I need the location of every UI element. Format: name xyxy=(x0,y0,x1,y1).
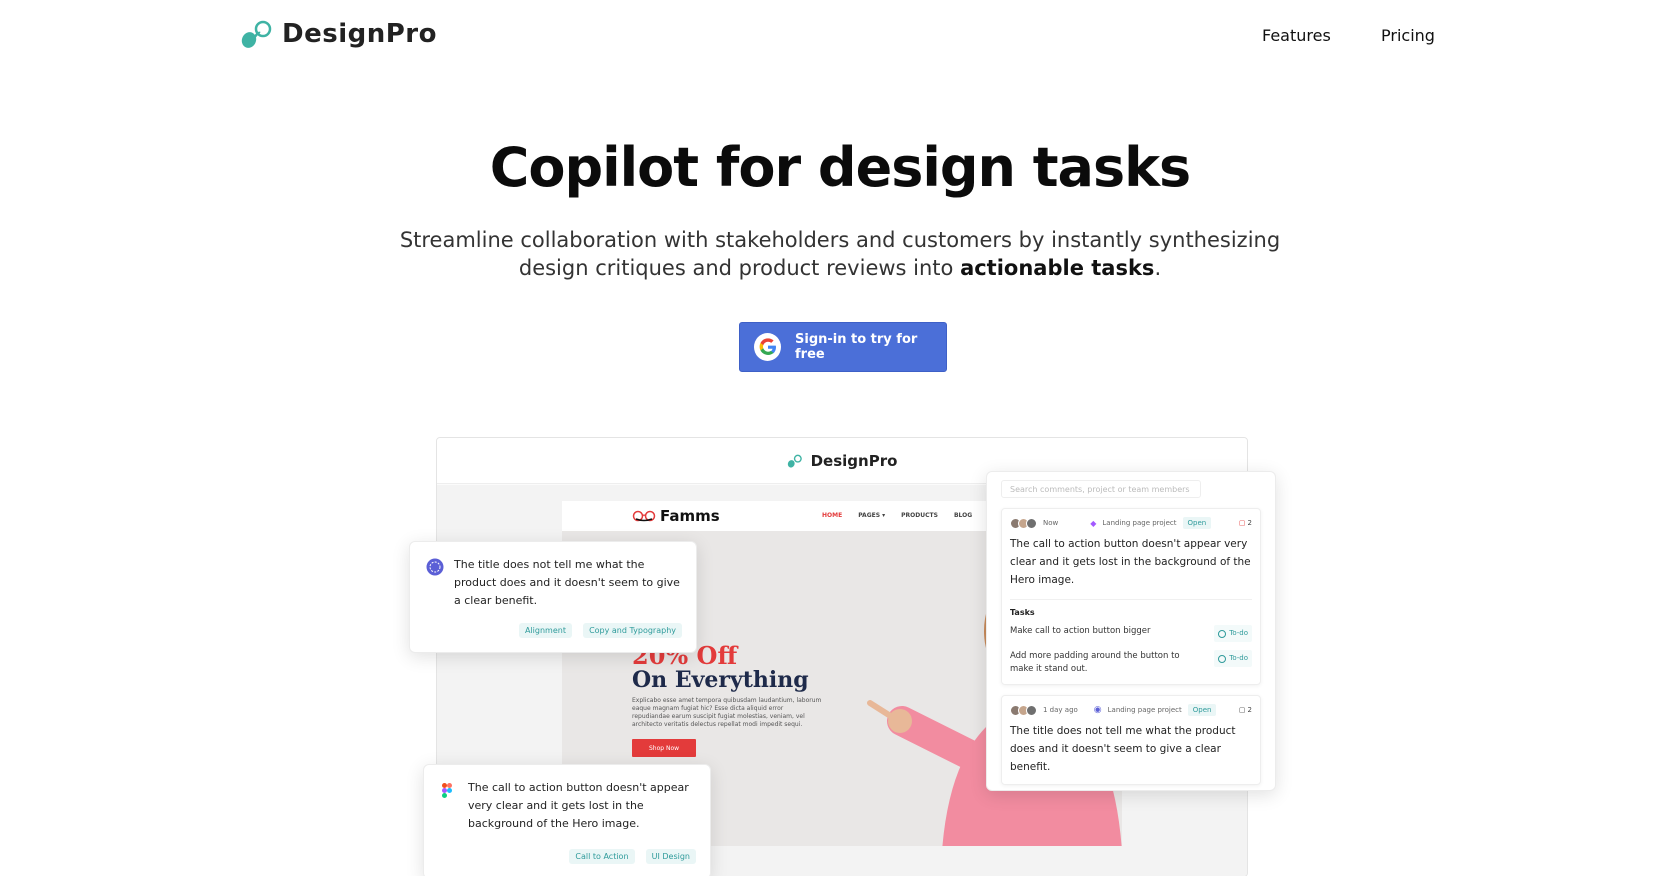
comment-card[interactable]: 1 day ago ◉ Landing page project Open ▢ 2… xyxy=(1001,695,1261,785)
status-badge: Open xyxy=(1182,517,1212,529)
avatar xyxy=(1026,517,1037,529)
famms-menu-item[interactable]: PAGES ▾ xyxy=(858,512,885,519)
hero-subtitle-emphasis: actionable tasks xyxy=(960,256,1155,280)
tag-list: Call to Action UI Design xyxy=(563,844,696,864)
spark-icon xyxy=(426,558,444,576)
famms-logo: Famms xyxy=(632,507,720,525)
google-signin-button[interactable]: Sign-in to try for free xyxy=(739,322,947,372)
circle-icon xyxy=(1218,629,1227,638)
hero-title: Copilot for design tasks xyxy=(489,136,1191,199)
famms-headline-everything: On Everything xyxy=(632,667,809,693)
task-label: Make call to action button bigger xyxy=(1010,626,1151,636)
cta-label: Sign-in to try for free xyxy=(795,332,918,362)
comment-meta: 1 day ago ◉ Landing page project Open ▢ 2 xyxy=(1010,704,1252,716)
comment-count-value: 2 xyxy=(1247,706,1252,714)
comments-panel: Search comments, project or team members… xyxy=(986,471,1276,791)
top-nav: DesignPro Features Pricing xyxy=(0,0,1680,74)
tag[interactable]: Call to Action xyxy=(569,849,635,864)
task-item[interactable]: Make call to action button bigger To-do xyxy=(1010,625,1252,642)
spark-icon: ◉ xyxy=(1093,705,1102,715)
task-status-label: To-do xyxy=(1229,654,1248,662)
comment-icon: ▢ xyxy=(1238,519,1246,527)
comment-time: Now xyxy=(1043,519,1059,527)
nav-link-features[interactable]: Features xyxy=(1262,26,1331,45)
circle-icon xyxy=(1218,654,1227,663)
comment-count: ▢ 2 xyxy=(1239,519,1252,527)
figma-icon: ◆ xyxy=(1090,518,1097,528)
famms-shop-now-button[interactable]: Shop Now xyxy=(632,739,696,757)
tag[interactable]: UI Design xyxy=(645,849,696,864)
tag-list: Alignment Copy and Typography xyxy=(513,618,682,638)
task-status[interactable]: To-do xyxy=(1214,625,1252,642)
famms-menu-item[interactable]: HOME xyxy=(822,512,842,519)
avatar-group xyxy=(1010,704,1037,716)
comment-count: ▢ 2 xyxy=(1239,706,1252,714)
avatar-group xyxy=(1010,517,1037,529)
designpro-logo-icon xyxy=(787,454,802,468)
tag[interactable]: Alignment xyxy=(518,623,572,638)
famms-logo-text: Famms xyxy=(660,507,720,525)
famms-menu-item[interactable]: BLOG xyxy=(954,512,972,519)
figma-icon xyxy=(442,783,452,798)
task-status-label: To-do xyxy=(1229,629,1248,637)
preview-app-title: DesignPro xyxy=(810,451,898,470)
feedback-card-title[interactable]: The title does not tell me what the prod… xyxy=(409,541,697,653)
comment-count-value: 2 xyxy=(1247,519,1252,527)
glasses-icon xyxy=(632,510,656,522)
feedback-text: The title does not tell me what the prod… xyxy=(454,558,680,607)
task-label: Add more padding around the button to ma… xyxy=(1010,651,1180,674)
comment-icon: ▢ xyxy=(1238,706,1246,714)
famms-menu-item[interactable]: PRODUCTS xyxy=(901,512,938,519)
comment-time: 1 day ago xyxy=(1043,706,1078,714)
comment-card[interactable]: Now ◆ Landing page project Open ▢ 2 The c… xyxy=(1001,508,1261,685)
tag[interactable]: Copy and Typography xyxy=(583,623,682,638)
tasks-heading: Tasks xyxy=(1010,599,1252,617)
nav-link-pricing[interactable]: Pricing xyxy=(1381,26,1435,45)
status-badge: Open xyxy=(1187,704,1217,716)
comment-project[interactable]: Landing page project xyxy=(1108,706,1182,714)
google-icon xyxy=(754,333,781,361)
famms-menu: HOME PAGES ▾ PRODUCTS BLOG C xyxy=(822,512,993,519)
brand-logo[interactable]: DesignPro xyxy=(240,18,437,50)
task-item[interactable]: Add more padding around the button to ma… xyxy=(1010,650,1252,676)
avatar xyxy=(1026,704,1037,716)
comment-meta: Now ◆ Landing page project Open ▢ 2 xyxy=(1010,517,1252,529)
famms-body-text: Explicabo esse amet tempora quibusdam la… xyxy=(632,697,822,728)
hero-subtitle-end: . xyxy=(1154,256,1162,280)
brand-name: DesignPro xyxy=(282,19,437,49)
feedback-card-cta[interactable]: The call to action button doesn't appear… xyxy=(423,764,711,876)
comments-search-input[interactable]: Search comments, project or team members xyxy=(1001,480,1201,498)
comment-text: The call to action button doesn't appear… xyxy=(1010,538,1251,586)
hero-subtitle: Streamline collaboration with stakeholde… xyxy=(380,226,1300,282)
task-status[interactable]: To-do xyxy=(1214,650,1252,667)
comment-project[interactable]: Landing page project xyxy=(1102,519,1176,527)
feedback-text: The call to action button doesn't appear… xyxy=(468,781,689,830)
comment-text: The title does not tell me what the prod… xyxy=(1010,725,1236,773)
designpro-logo-icon xyxy=(241,20,272,48)
